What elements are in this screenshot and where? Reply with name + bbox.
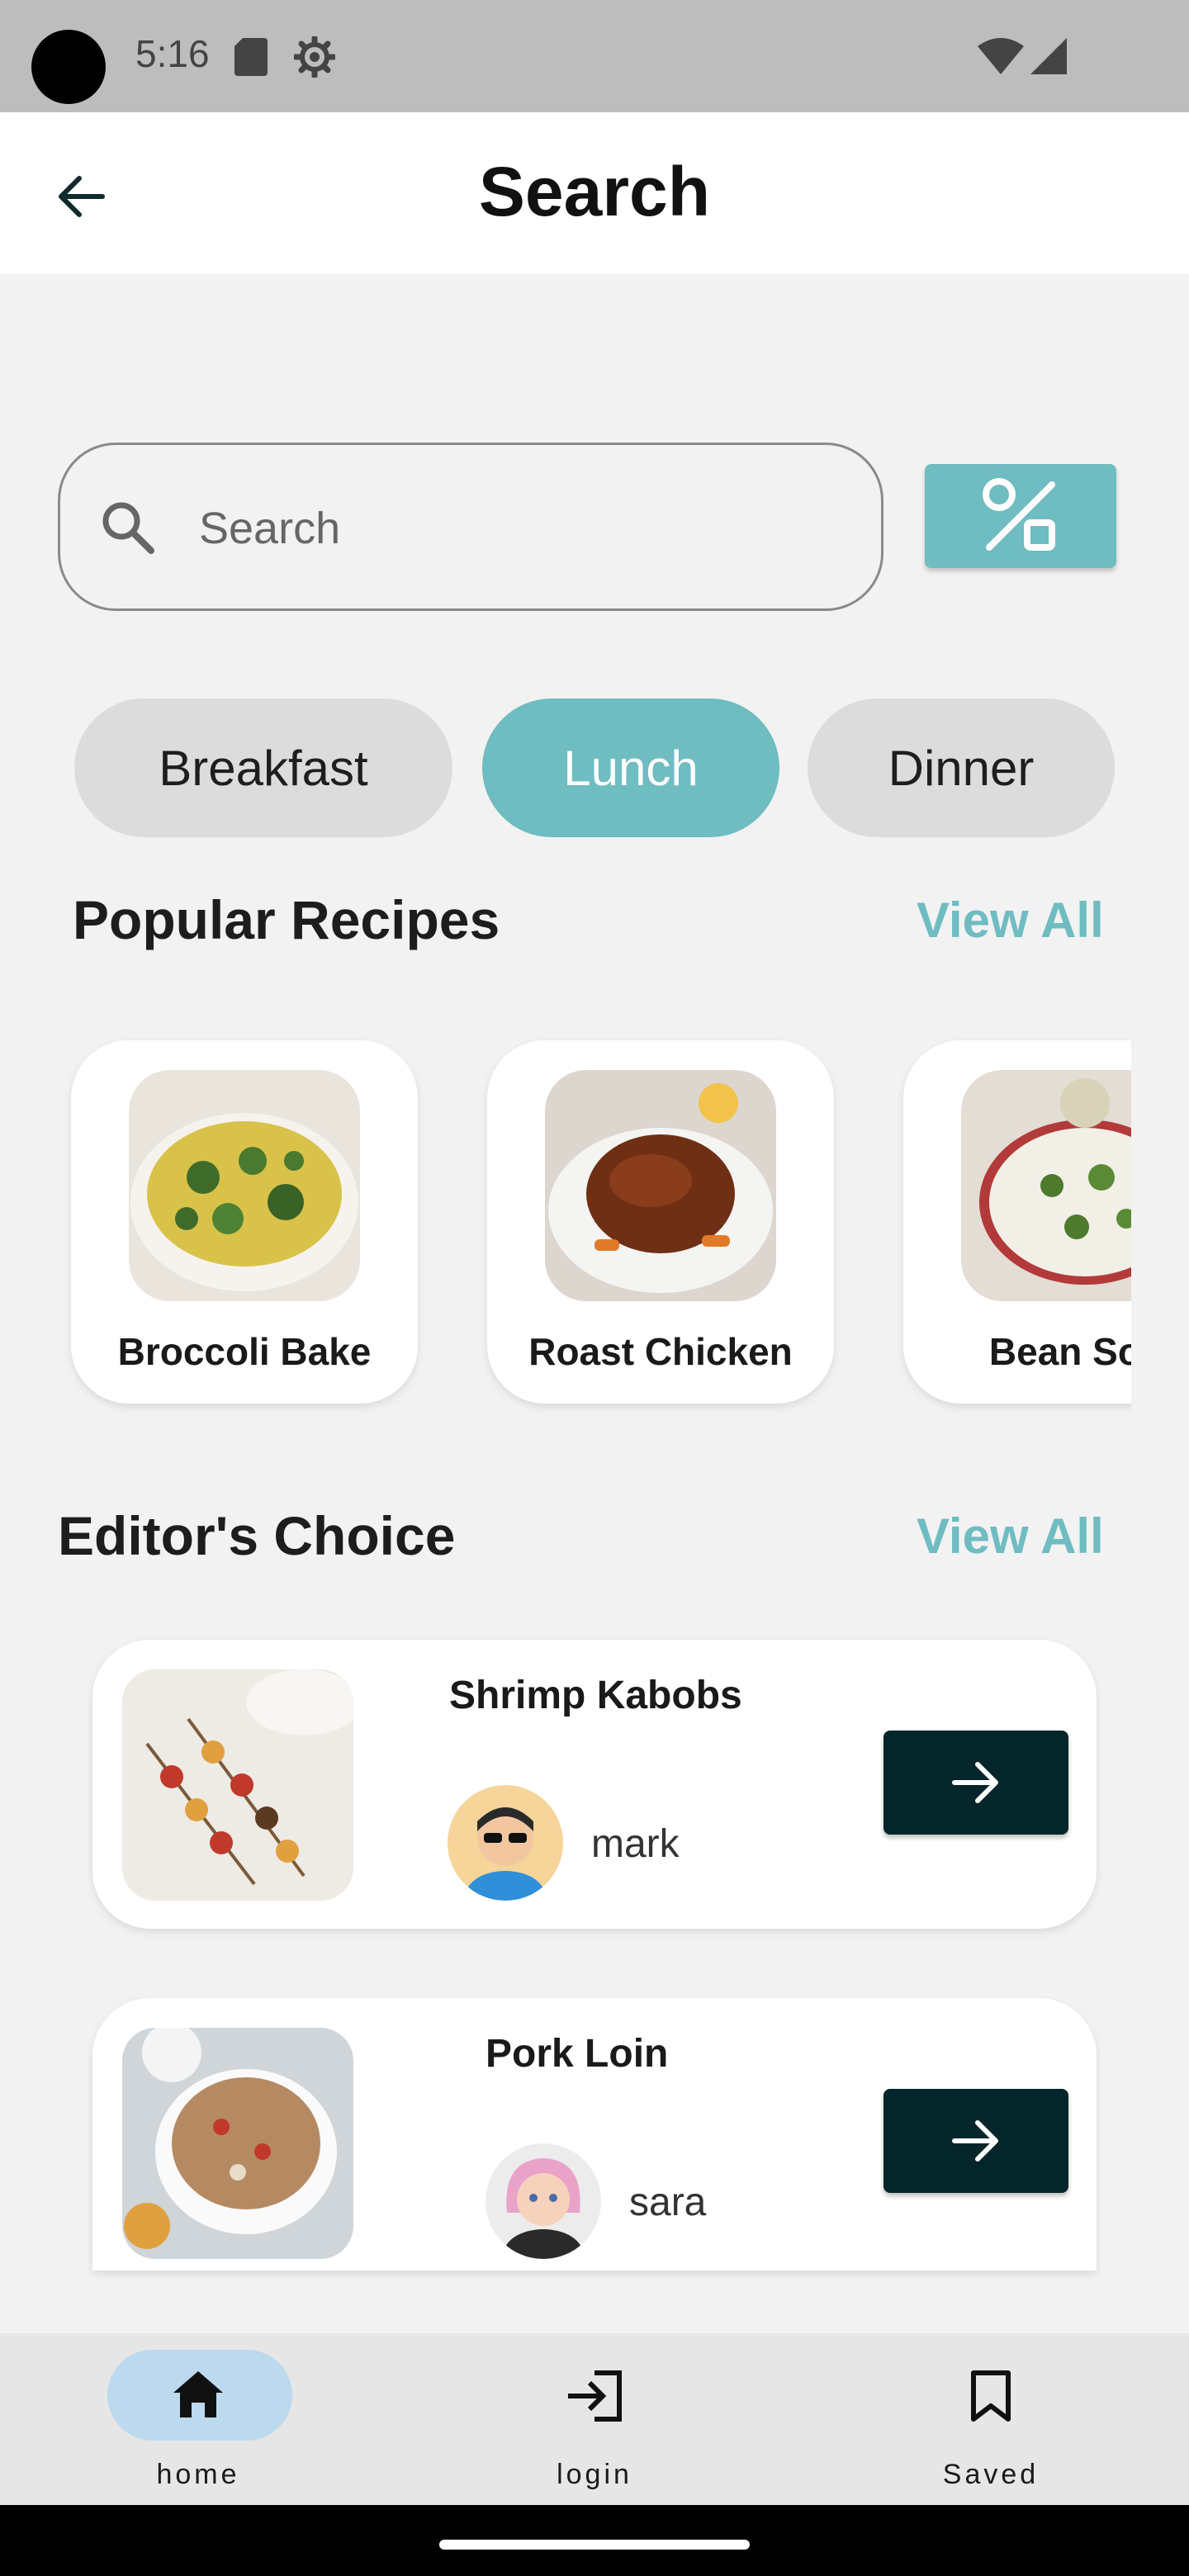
search-input[interactable]	[197, 478, 845, 579]
chip-dinner[interactable]: Dinner	[808, 698, 1115, 837]
chip-lunch[interactable]: Lunch	[482, 698, 779, 837]
open-recipe-button[interactable]	[883, 1731, 1068, 1835]
recipe-card[interactable]: Bean Sou	[903, 1040, 1131, 1404]
workflow-icon	[983, 478, 1055, 551]
open-recipe-button[interactable]	[883, 2089, 1068, 2193]
filter-button[interactable]	[925, 464, 1116, 568]
editors-choice-title: Editor's Choice	[58, 1505, 456, 1566]
status-time: 5:16	[135, 32, 210, 75]
editors-choice-card[interactable]: Shrimp Kabobs mark	[92, 1640, 1097, 1929]
avatar	[486, 2143, 601, 2259]
popular-recipes-list[interactable]: Broccoli Bake Roast Chicken Bean So	[58, 1024, 1131, 1437]
recipe-image	[129, 1070, 360, 1301]
recipe-title: Pork Loin	[486, 2032, 669, 2076]
app-bar: Search	[0, 112, 1189, 274]
page-title: Search	[478, 153, 711, 230]
arrow-forward-icon	[952, 2120, 998, 2162]
editors-choice-card[interactable]: Pork Loin sara	[92, 1998, 1097, 2271]
nav-label: home	[156, 2459, 240, 2490]
home-gesture-bar[interactable]	[439, 2540, 750, 2550]
editors-view-all-link[interactable]: View All	[917, 1508, 1104, 1565]
recipe-card[interactable]: Broccoli Bake	[71, 1040, 418, 1404]
recipe-title: Shrimp Kabobs	[449, 1674, 742, 1717]
nav-label: login	[557, 2459, 632, 2490]
author-name: mark	[591, 1822, 680, 1866]
signal-icon	[1030, 38, 1067, 74]
wifi-icon	[978, 38, 1024, 74]
popular-view-all-link[interactable]: View All	[917, 892, 1104, 949]
recipe-name: Roast Chicken	[528, 1330, 793, 1373]
recipe-image	[122, 1669, 353, 1901]
gesture-navigation-area	[0, 2505, 1189, 2576]
chip-breakfast[interactable]: Breakfast	[74, 698, 452, 837]
recipe-card[interactable]: Roast Chicken	[487, 1040, 834, 1404]
login-icon	[568, 2370, 622, 2422]
nav-item-login[interactable]: login	[471, 2350, 718, 2498]
camera-cutout	[31, 30, 106, 104]
status-bar: 5:16	[0, 0, 1189, 112]
bottom-navigation: home login Saved	[0, 2333, 1189, 2505]
recipe-image	[545, 1070, 776, 1301]
recipe-name: Bean Sou	[988, 1330, 1131, 1373]
search-icon	[102, 502, 154, 554]
home-icon	[173, 2371, 223, 2417]
avatar	[448, 1785, 563, 1901]
sd-card-icon	[234, 38, 268, 76]
bookmark-icon	[971, 2370, 1011, 2422]
search-box[interactable]	[58, 443, 883, 611]
recipe-image	[961, 1070, 1131, 1301]
arrow-forward-icon	[952, 1762, 998, 1803]
nav-item-home[interactable]: home	[74, 2350, 322, 2498]
nav-item-saved[interactable]: Saved	[867, 2350, 1115, 2498]
settings-gear-icon	[294, 36, 335, 78]
popular-recipes-title: Popular Recipes	[73, 889, 500, 950]
author-name: sara	[629, 2181, 707, 2224]
nav-label: Saved	[942, 2459, 1040, 2490]
recipe-name: Broccoli Bake	[117, 1330, 372, 1373]
recipe-image	[122, 2028, 353, 2259]
